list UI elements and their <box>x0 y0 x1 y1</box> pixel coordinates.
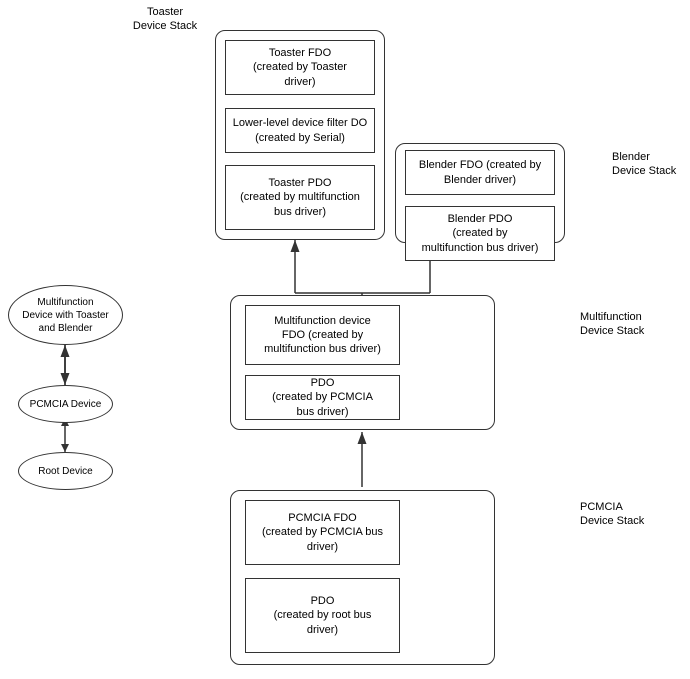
pcmcia-fdo-box: PCMCIA FDO (created by PCMCIA bus driver… <box>245 500 400 565</box>
toaster-pdo-box: Toaster PDO (created by multifunction bu… <box>225 165 375 230</box>
toaster-fdo-box: Toaster FDO (created by Toaster driver) <box>225 40 375 95</box>
pcmcia-device-ellipse: PCMCIA Device <box>18 385 113 423</box>
pcmcia-stack-label: PCMCIA Device Stack <box>580 500 680 529</box>
pcmcia-pdo-box: PDO (created by root bus driver) <box>245 578 400 653</box>
multifunction-device-ellipse: Multifunction Device with Toaster and Bl… <box>8 285 123 345</box>
multifunction-pdo-box: PDO (created by PCMCIA bus driver) <box>245 375 400 420</box>
diagram: Toaster Device Stack Toaster FDO (create… <box>0 0 690 679</box>
blender-stack-label: Blender Device Stack <box>612 150 687 179</box>
root-device-ellipse: Root Device <box>18 452 113 490</box>
multifunction-stack-label: Multifunction Device Stack <box>580 310 680 339</box>
blender-pdo-box: Blender PDO (created by multifunction bu… <box>405 206 555 261</box>
blender-fdo-box: Blender FDO (created by Blender driver) <box>405 150 555 195</box>
multifunction-fdo-box: Multifunction device FDO (created by mul… <box>245 305 400 365</box>
toaster-stack-label: Toaster Device Stack <box>125 5 205 34</box>
lower-filter-box: Lower-level device filter DO (created by… <box>225 108 375 153</box>
